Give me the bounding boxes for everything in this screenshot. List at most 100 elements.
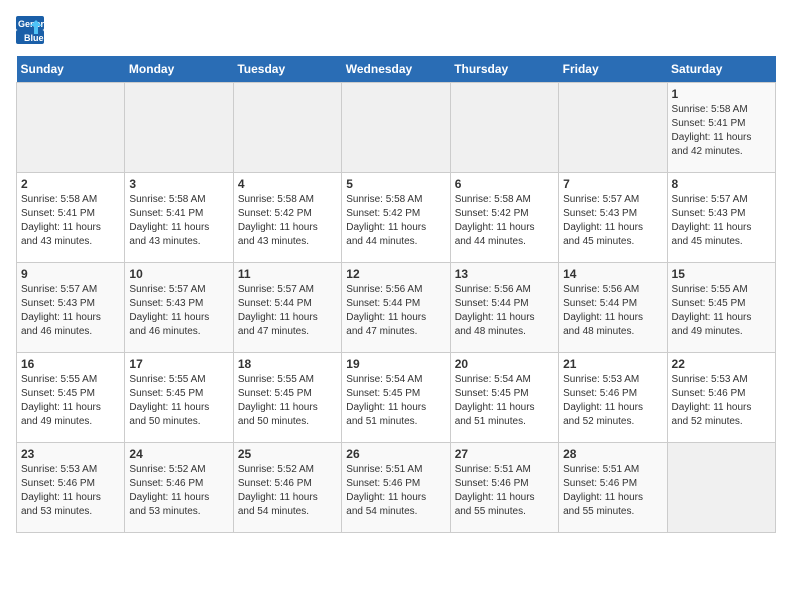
day-number: 12 [346,267,445,281]
calendar-body: 1 Sunrise: 5:58 AM Sunset: 5:41 PM Daylig… [17,83,776,533]
page-header: General Blue [16,16,776,44]
day-info: Sunrise: 5:57 AM Sunset: 5:44 PM Dayligh… [238,283,337,339]
calendar-cell: 9 Sunrise: 5:57 AM Sunset: 5:43 PM Daylig… [17,263,125,353]
day-info: Sunrise: 5:58 AM Sunset: 5:41 PM Dayligh… [672,103,771,159]
day-header-friday: Friday [559,56,667,83]
day-number: 2 [21,177,120,191]
day-number: 6 [455,177,554,191]
day-number: 10 [129,267,228,281]
day-number: 20 [455,357,554,371]
day-number: 15 [672,267,771,281]
day-info: Sunrise: 5:58 AM Sunset: 5:42 PM Dayligh… [346,193,445,249]
calendar-cell: 20 Sunrise: 5:54 AM Sunset: 5:45 PM Dayli… [450,353,558,443]
calendar-cell [17,83,125,173]
day-info: Sunrise: 5:57 AM Sunset: 5:43 PM Dayligh… [563,193,662,249]
calendar-cell: 23Sunrise: 5:53 AM Sunset: 5:46 PM Dayli… [17,443,125,533]
calendar-header: SundayMondayTuesdayWednesdayThursdayFrid… [17,56,776,83]
calendar-cell: 21 Sunrise: 5:53 AM Sunset: 5:46 PM Dayli… [559,353,667,443]
calendar-cell: 2 Sunrise: 5:58 AM Sunset: 5:41 PM Daylig… [17,173,125,263]
day-number: 17 [129,357,228,371]
calendar-cell: 27 Sunrise: 5:51 AM Sunset: 5:46 PM Dayli… [450,443,558,533]
week-row-5: 23Sunrise: 5:53 AM Sunset: 5:46 PM Dayli… [17,443,776,533]
day-number: 7 [563,177,662,191]
day-header-thursday: Thursday [450,56,558,83]
calendar-cell: 28 Sunrise: 5:51 AM Sunset: 5:46 PM Dayli… [559,443,667,533]
day-info: Sunrise: 5:51 AM Sunset: 5:46 PM Dayligh… [563,463,662,519]
day-info: Sunrise: 5:55 AM Sunset: 5:45 PM Dayligh… [129,373,228,429]
calendar-cell: 25 Sunrise: 5:52 AM Sunset: 5:46 PM Dayli… [233,443,341,533]
calendar-cell: 8 Sunrise: 5:57 AM Sunset: 5:43 PM Daylig… [667,173,775,263]
day-number: 16 [21,357,120,371]
day-number: 4 [238,177,337,191]
day-header-wednesday: Wednesday [342,56,450,83]
calendar-cell: 11 Sunrise: 5:57 AM Sunset: 5:44 PM Dayli… [233,263,341,353]
day-info: Sunrise: 5:55 AM Sunset: 5:45 PM Dayligh… [21,373,120,429]
calendar-cell: 18 Sunrise: 5:55 AM Sunset: 5:45 PM Dayli… [233,353,341,443]
day-info: Sunrise: 5:58 AM Sunset: 5:41 PM Dayligh… [21,193,120,249]
day-info: Sunrise: 5:56 AM Sunset: 5:44 PM Dayligh… [455,283,554,339]
day-info: Sunrise: 5:53 AM Sunset: 5:46 PM Dayligh… [672,373,771,429]
calendar-table: SundayMondayTuesdayWednesdayThursdayFrid… [16,56,776,533]
week-row-1: 1 Sunrise: 5:58 AM Sunset: 5:41 PM Daylig… [17,83,776,173]
day-info: Sunrise: 5:52 AM Sunset: 5:46 PM Dayligh… [129,463,228,519]
day-number: 5 [346,177,445,191]
day-number: 26 [346,447,445,461]
day-info: Sunrise: 5:53 AM Sunset: 5:46 PM Dayligh… [563,373,662,429]
calendar-cell: 6 Sunrise: 5:58 AM Sunset: 5:42 PM Daylig… [450,173,558,263]
calendar-cell: 26 Sunrise: 5:51 AM Sunset: 5:46 PM Dayli… [342,443,450,533]
day-number: 9 [21,267,120,281]
day-info: Sunrise: 5:51 AM Sunset: 5:46 PM Dayligh… [455,463,554,519]
day-info: Sunrise: 5:54 AM Sunset: 5:45 PM Dayligh… [455,373,554,429]
day-header-monday: Monday [125,56,233,83]
day-info: Sunrise: 5:51 AM Sunset: 5:46 PM Dayligh… [346,463,445,519]
day-number: 21 [563,357,662,371]
svg-text:General: General [18,19,44,29]
day-number: 13 [455,267,554,281]
day-info: Sunrise: 5:55 AM Sunset: 5:45 PM Dayligh… [672,283,771,339]
calendar-cell: 14 Sunrise: 5:56 AM Sunset: 5:44 PM Dayli… [559,263,667,353]
day-number: 24 [129,447,228,461]
svg-text:Blue: Blue [24,33,44,43]
day-number: 27 [455,447,554,461]
calendar-cell [342,83,450,173]
week-row-4: 16 Sunrise: 5:55 AM Sunset: 5:45 PM Dayli… [17,353,776,443]
calendar-cell [450,83,558,173]
day-info: Sunrise: 5:52 AM Sunset: 5:46 PM Dayligh… [238,463,337,519]
calendar-cell: 13 Sunrise: 5:56 AM Sunset: 5:44 PM Dayli… [450,263,558,353]
day-info: Sunrise: 5:58 AM Sunset: 5:42 PM Dayligh… [455,193,554,249]
calendar-cell: 19Sunrise: 5:54 AM Sunset: 5:45 PM Dayli… [342,353,450,443]
day-number: 25 [238,447,337,461]
logo: General Blue [16,16,48,44]
day-header-saturday: Saturday [667,56,775,83]
day-info: Sunrise: 5:56 AM Sunset: 5:44 PM Dayligh… [346,283,445,339]
day-info: Sunrise: 5:55 AM Sunset: 5:45 PM Dayligh… [238,373,337,429]
day-number: 1 [672,87,771,101]
day-info: Sunrise: 5:56 AM Sunset: 5:44 PM Dayligh… [563,283,662,339]
day-number: 11 [238,267,337,281]
calendar-cell: 1 Sunrise: 5:58 AM Sunset: 5:41 PM Daylig… [667,83,775,173]
day-number: 18 [238,357,337,371]
calendar-cell: 22Sunrise: 5:53 AM Sunset: 5:46 PM Dayli… [667,353,775,443]
day-number: 19 [346,357,445,371]
day-number: 14 [563,267,662,281]
day-info: Sunrise: 5:57 AM Sunset: 5:43 PM Dayligh… [21,283,120,339]
calendar-cell [559,83,667,173]
day-info: Sunrise: 5:58 AM Sunset: 5:42 PM Dayligh… [238,193,337,249]
day-info: Sunrise: 5:58 AM Sunset: 5:41 PM Dayligh… [129,193,228,249]
calendar-cell: 16 Sunrise: 5:55 AM Sunset: 5:45 PM Dayli… [17,353,125,443]
calendar-cell: 15 Sunrise: 5:55 AM Sunset: 5:45 PM Dayli… [667,263,775,353]
calendar-cell [667,443,775,533]
day-number: 23 [21,447,120,461]
logo-icon: General Blue [16,16,44,44]
day-info: Sunrise: 5:57 AM Sunset: 5:43 PM Dayligh… [129,283,228,339]
day-header-sunday: Sunday [17,56,125,83]
day-info: Sunrise: 5:57 AM Sunset: 5:43 PM Dayligh… [672,193,771,249]
calendar-cell [125,83,233,173]
calendar-cell: 7 Sunrise: 5:57 AM Sunset: 5:43 PM Daylig… [559,173,667,263]
day-number: 8 [672,177,771,191]
day-number: 3 [129,177,228,191]
calendar-cell: 10 Sunrise: 5:57 AM Sunset: 5:43 PM Dayli… [125,263,233,353]
calendar-cell: 17 Sunrise: 5:55 AM Sunset: 5:45 PM Dayli… [125,353,233,443]
day-number: 28 [563,447,662,461]
calendar-cell: 5 Sunrise: 5:58 AM Sunset: 5:42 PM Daylig… [342,173,450,263]
